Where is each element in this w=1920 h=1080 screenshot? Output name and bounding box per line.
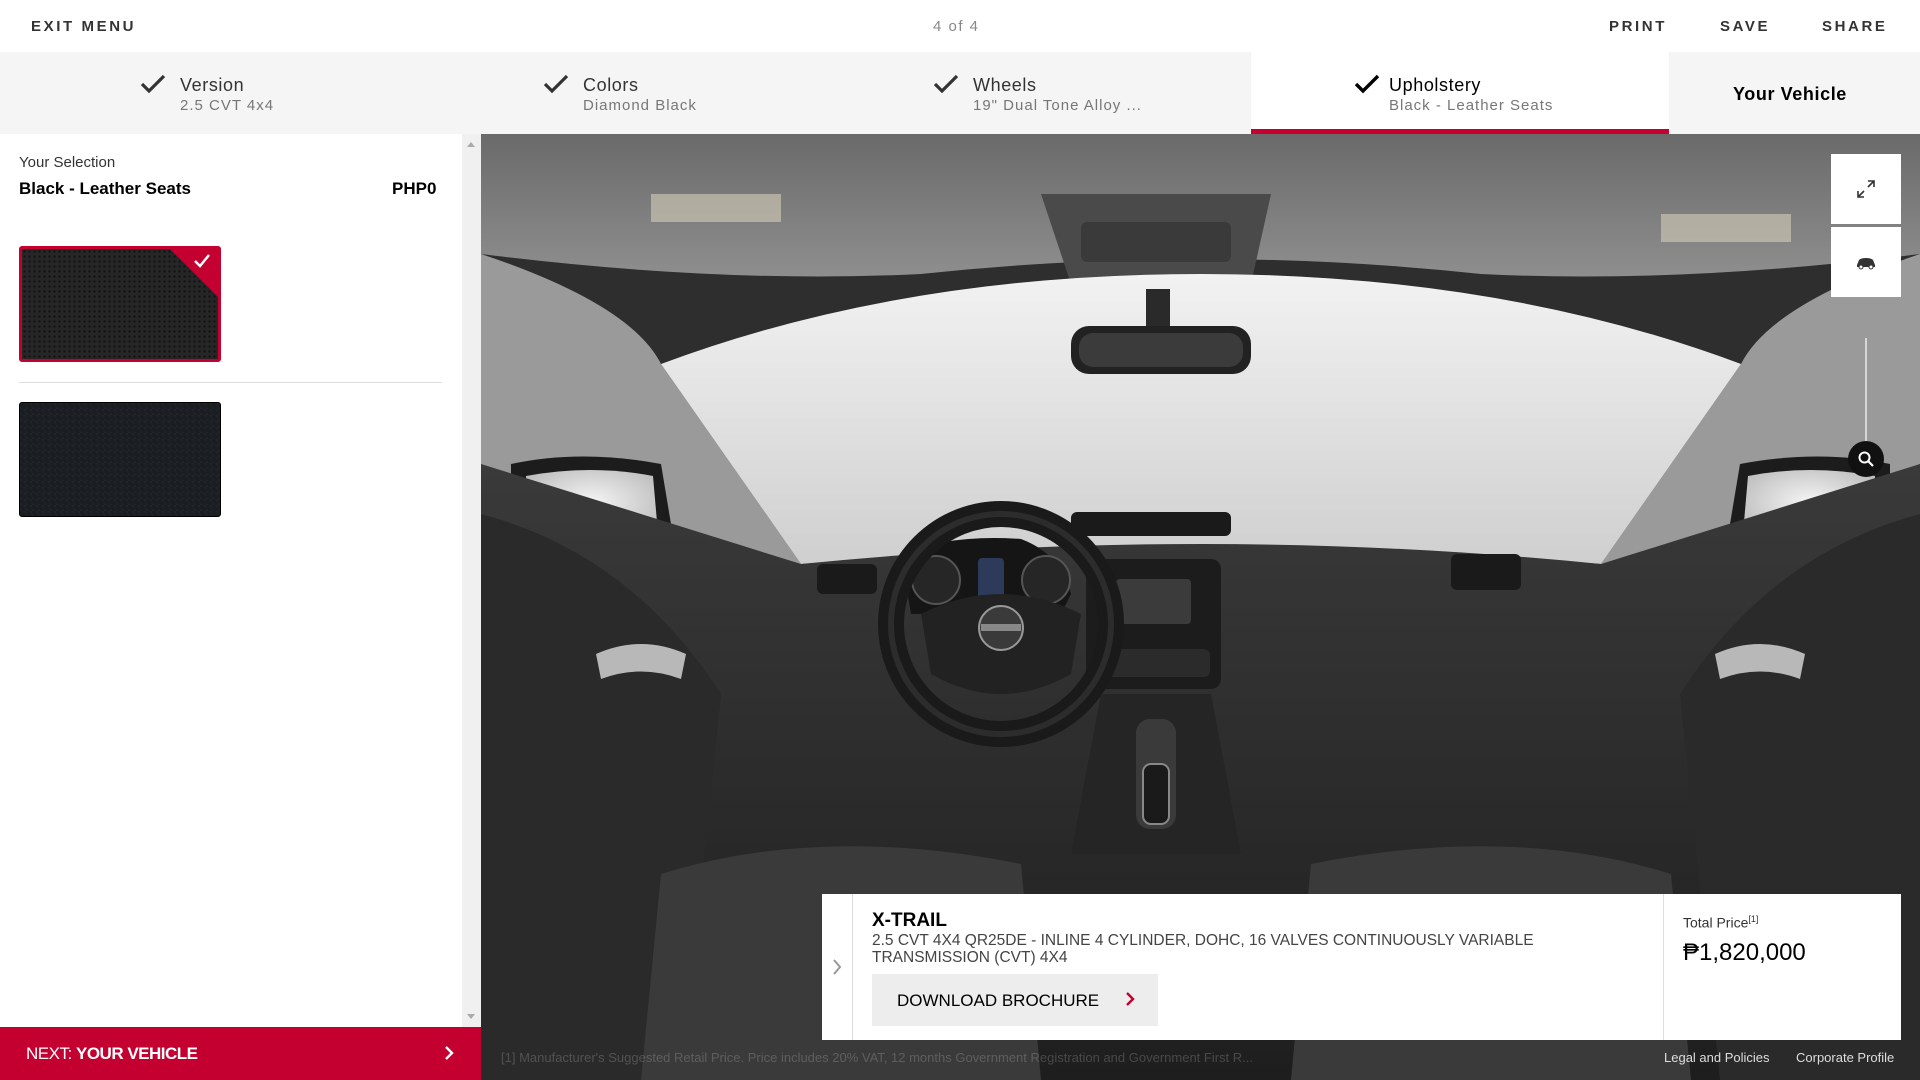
print-button[interactable]: PRINT: [1609, 18, 1667, 35]
configurator-steps: Version 2.5 CVT 4x4 Colors Diamond Black…: [0, 52, 1920, 134]
check-icon: [194, 254, 210, 268]
step-subtitle: 2.5 CVT 4x4: [180, 97, 275, 114]
footer: [1] Manufacturer's Suggested Retail Pric…: [481, 1036, 1920, 1080]
zoom-slider-track[interactable]: [1865, 338, 1867, 444]
save-button[interactable]: SAVE: [1720, 18, 1770, 35]
step-title: Your Vehicle: [1733, 84, 1847, 104]
exit-menu-button[interactable]: EXIT MENU: [31, 18, 136, 35]
vehicle-summary-card: X-TRAIL 2.5 CVT 4x4 QR25DE - INLINE 4 CY…: [822, 894, 1901, 1040]
total-price-label: Total Price[1]: [1683, 914, 1759, 931]
scroll-up-icon[interactable]: [467, 142, 475, 147]
selection-label: Your Selection: [19, 154, 116, 171]
step-upholstery[interactable]: Upholstery Black - Leather Seats: [1251, 52, 1669, 134]
selection-name: Black - Leather Seats: [19, 179, 191, 198]
check-icon: [1354, 74, 1380, 94]
model-spec: 2.5 CVT 4x4 QR25DE - INLINE 4 CYLINDER, …: [872, 932, 1534, 966]
search-icon: [1858, 451, 1874, 467]
car-icon: [1857, 258, 1875, 270]
scroll-down-icon[interactable]: [467, 1014, 475, 1019]
next-label: YOUR VEHICLE: [76, 1044, 198, 1063]
brochure-label: DOWNLOAD BROCHURE: [897, 991, 1100, 1010]
card-expand-button[interactable]: [822, 894, 853, 1040]
next-your-vehicle-button[interactable]: NEXT: YOUR VEHICLE: [0, 1027, 481, 1080]
swatch-black-fabric[interactable]: [19, 402, 221, 517]
check-icon: [140, 74, 166, 94]
top-bar: EXIT MENU 4 of 4 PRINT SAVE SHARE: [0, 0, 1920, 52]
price-footnote[interactable]: [1]: [1748, 914, 1758, 924]
download-brochure-button[interactable]: DOWNLOAD BROCHURE: [872, 974, 1158, 1026]
step-counter: 4 of 4: [933, 18, 980, 35]
step-subtitle: Diamond Black: [583, 97, 697, 114]
step-title: Colors: [583, 75, 639, 95]
chevron-right-icon: [1126, 992, 1135, 1006]
next-prefix: NEXT:: [26, 1044, 72, 1063]
interior-viewer[interactable]: X-TRAIL 2.5 CVT 4x4 QR25DE - INLINE 4 CY…: [481, 134, 1920, 1080]
swatch-black-leather[interactable]: [19, 246, 221, 362]
step-title: Wheels: [973, 75, 1037, 95]
legal-policies-link[interactable]: Legal and Policies: [1664, 1050, 1770, 1065]
step-title: Version: [180, 75, 245, 95]
check-icon: [933, 74, 959, 94]
step-title: Upholstery: [1389, 75, 1482, 95]
model-name: X-TRAIL: [872, 910, 947, 931]
exterior-view-button[interactable]: [1831, 227, 1901, 297]
panel-scrollbar[interactable]: [462, 134, 481, 1027]
corporate-profile-link[interactable]: Corporate Profile: [1796, 1050, 1894, 1065]
chevron-right-icon: [445, 1046, 454, 1060]
price-disclaimer: [1] Manufacturer's Suggested Retail Pric…: [501, 1050, 1254, 1065]
price-box: Total Price[1] ₱1,820,000: [1663, 894, 1901, 1040]
share-button[interactable]: SHARE: [1822, 18, 1888, 35]
fullscreen-button[interactable]: [1831, 154, 1901, 224]
zoom-slider-handle[interactable]: [1848, 441, 1884, 477]
chevron-right-icon: [833, 959, 842, 975]
divider: [19, 382, 442, 383]
step-subtitle: Black - Leather Seats: [1389, 97, 1554, 114]
step-subtitle: 19" Dual Tone Alloy ...: [973, 97, 1142, 114]
expand-icon: [1857, 180, 1875, 198]
upholstery-panel: Your Selection Black - Leather Seats PHP…: [0, 134, 481, 1027]
check-icon: [543, 74, 569, 94]
total-price-value: ₱1,820,000: [1683, 939, 1806, 966]
selection-price: PHP0: [392, 179, 437, 198]
